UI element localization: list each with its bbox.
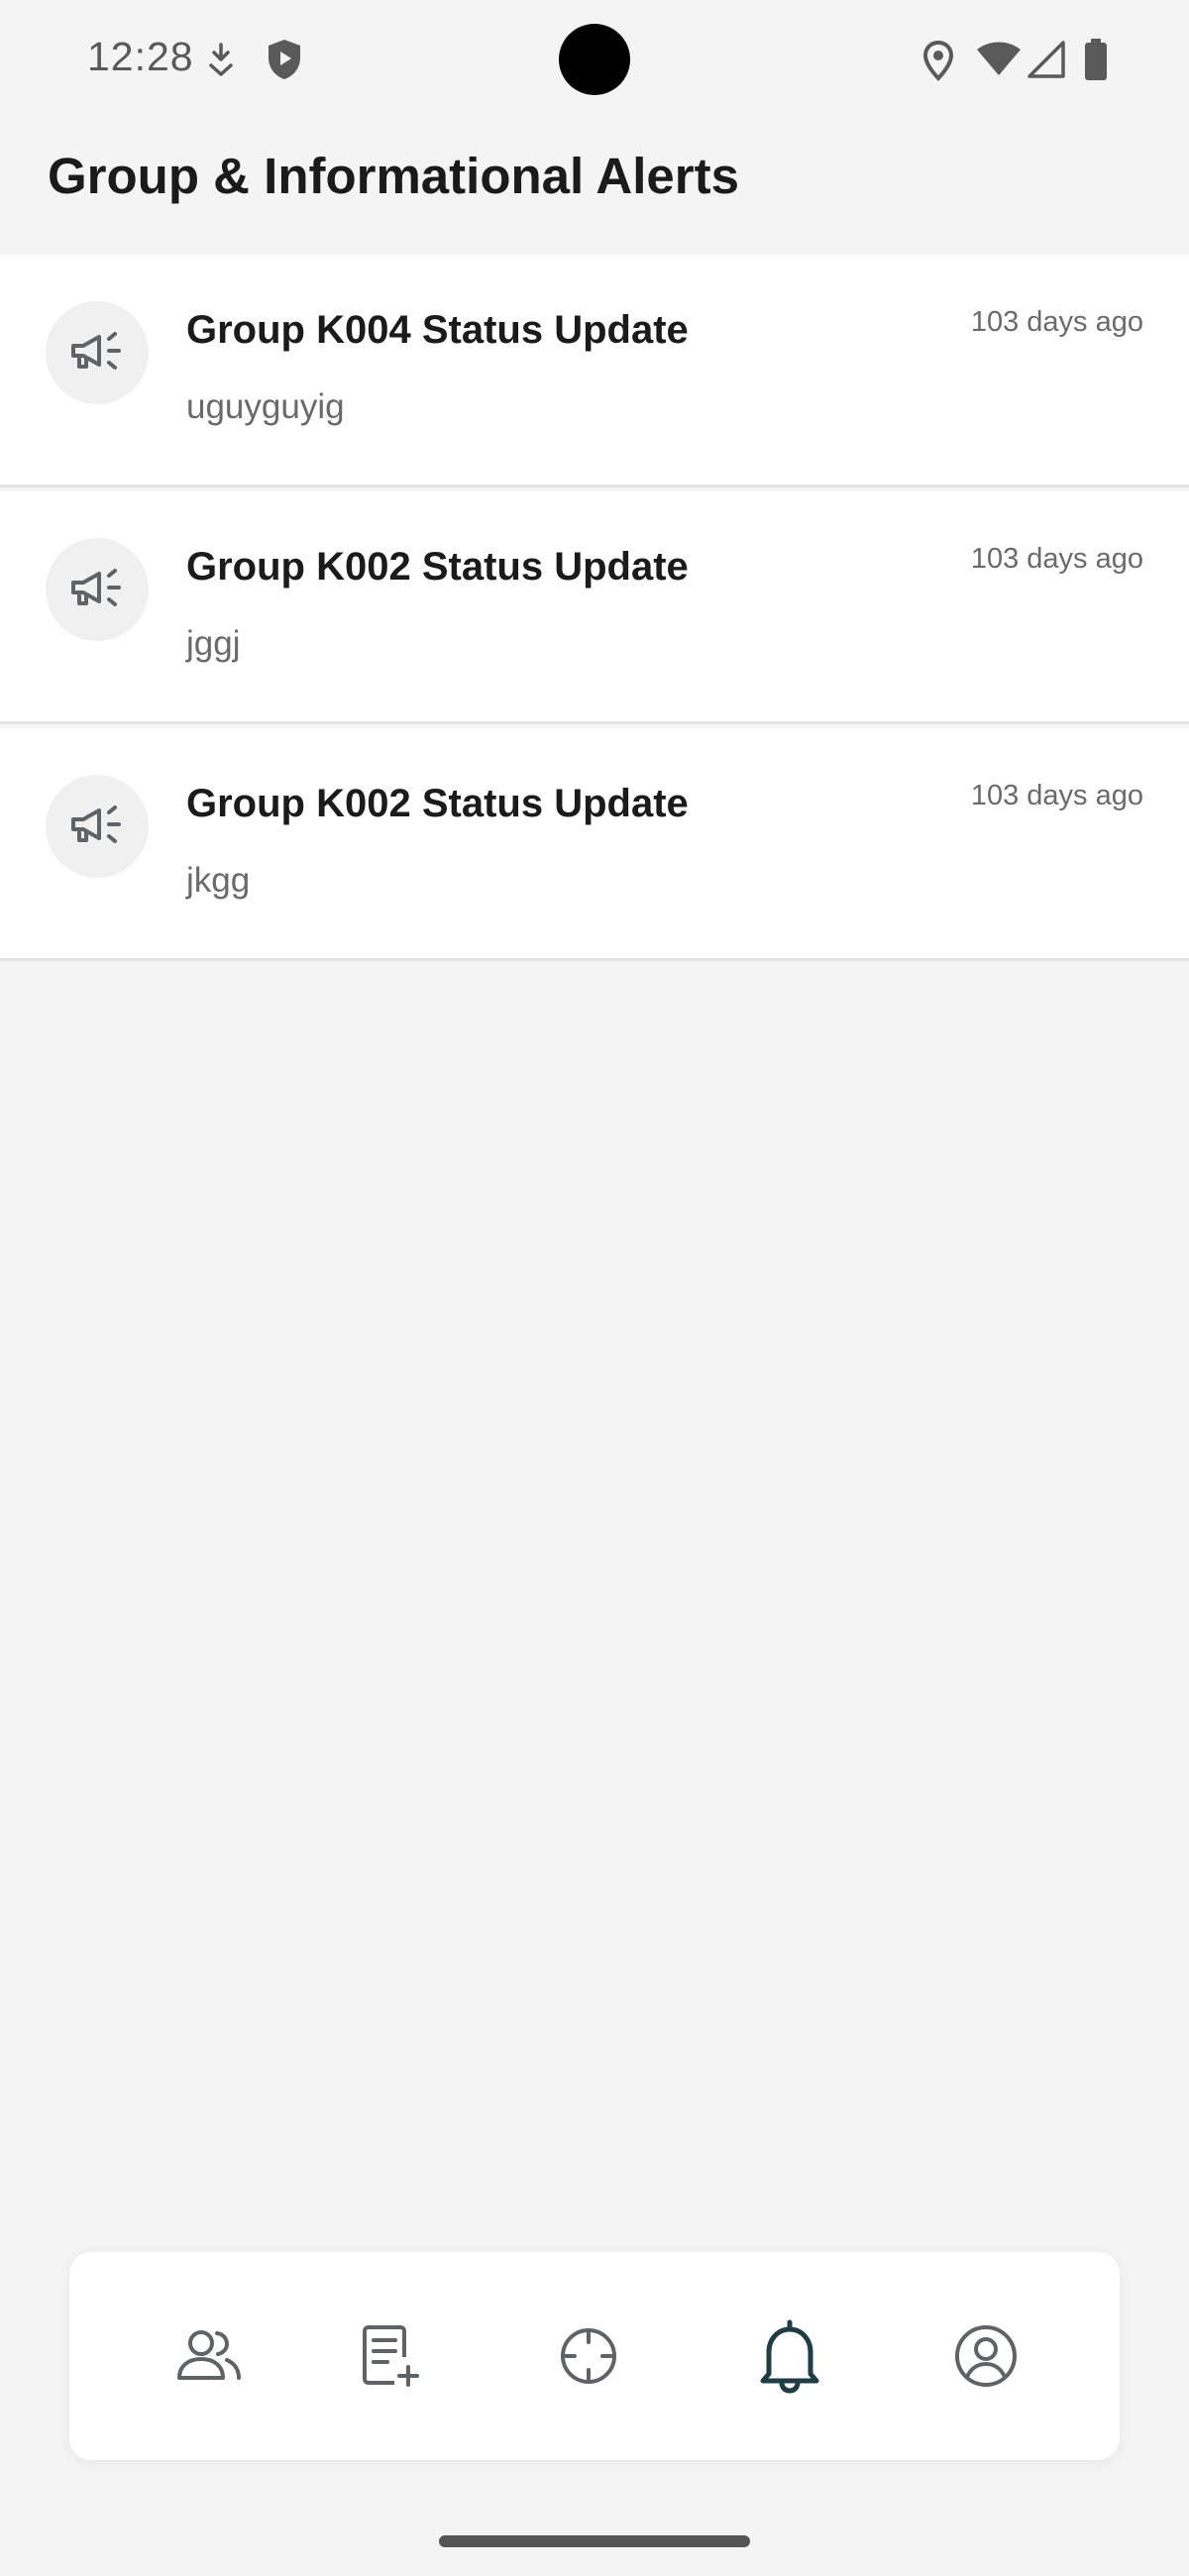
wifi-icon xyxy=(977,42,1021,75)
alert-message: jkgg xyxy=(186,861,251,900)
add-note-icon xyxy=(363,2325,419,2387)
alert-title: Group K002 Status Update xyxy=(186,545,689,589)
profile-icon xyxy=(955,2325,1017,2387)
download-status-icon xyxy=(209,43,233,76)
alert-list-item[interactable]: Group K002 Status Update jggj 103 days a… xyxy=(0,491,1189,724)
alert-timestamp: 103 days ago xyxy=(970,780,1143,811)
page-title: Group & Informational Alerts xyxy=(48,148,739,204)
nav-item-profile[interactable] xyxy=(931,2302,1040,2411)
users-icon xyxy=(177,2330,241,2380)
alerts-list: Group K004 Status Update uguyguyig 103 d… xyxy=(0,255,1189,965)
alert-timestamp: 103 days ago xyxy=(970,543,1143,575)
megaphone-icon xyxy=(71,805,121,843)
alert-list-item[interactable]: Group K004 Status Update uguyguyig 103 d… xyxy=(0,255,1189,487)
nav-item-groups[interactable] xyxy=(155,2302,264,2411)
crosshair-icon xyxy=(561,2328,616,2384)
nav-item-add-note[interactable] xyxy=(337,2302,446,2411)
alert-title: Group K004 Status Update xyxy=(186,308,689,352)
alert-list-item[interactable]: Group K002 Status Update jkgg 103 days a… xyxy=(0,728,1189,961)
bottom-nav xyxy=(69,2252,1120,2460)
alert-avatar xyxy=(46,538,149,641)
shield-icon xyxy=(269,40,300,79)
status-bar: 12:28 xyxy=(0,0,1189,119)
megaphone-icon xyxy=(71,569,121,606)
alert-timestamp: 103 days ago xyxy=(970,306,1143,338)
megaphone-icon xyxy=(71,332,121,370)
nav-item-track[interactable] xyxy=(534,2302,643,2411)
location-icon xyxy=(922,40,954,81)
alert-avatar xyxy=(46,301,149,404)
battery-icon xyxy=(1085,39,1107,80)
home-indicator[interactable] xyxy=(439,2535,750,2547)
alert-title: Group K002 Status Update xyxy=(186,782,689,825)
nav-item-alerts[interactable] xyxy=(735,2302,844,2411)
alert-message: jggj xyxy=(186,624,241,663)
signal-icon xyxy=(1027,41,1065,78)
alert-message: uguyguyig xyxy=(186,387,345,426)
bell-icon xyxy=(760,2319,819,2394)
alert-avatar xyxy=(46,775,149,878)
camera-cutout xyxy=(559,24,630,95)
status-time: 12:28 xyxy=(87,34,194,79)
